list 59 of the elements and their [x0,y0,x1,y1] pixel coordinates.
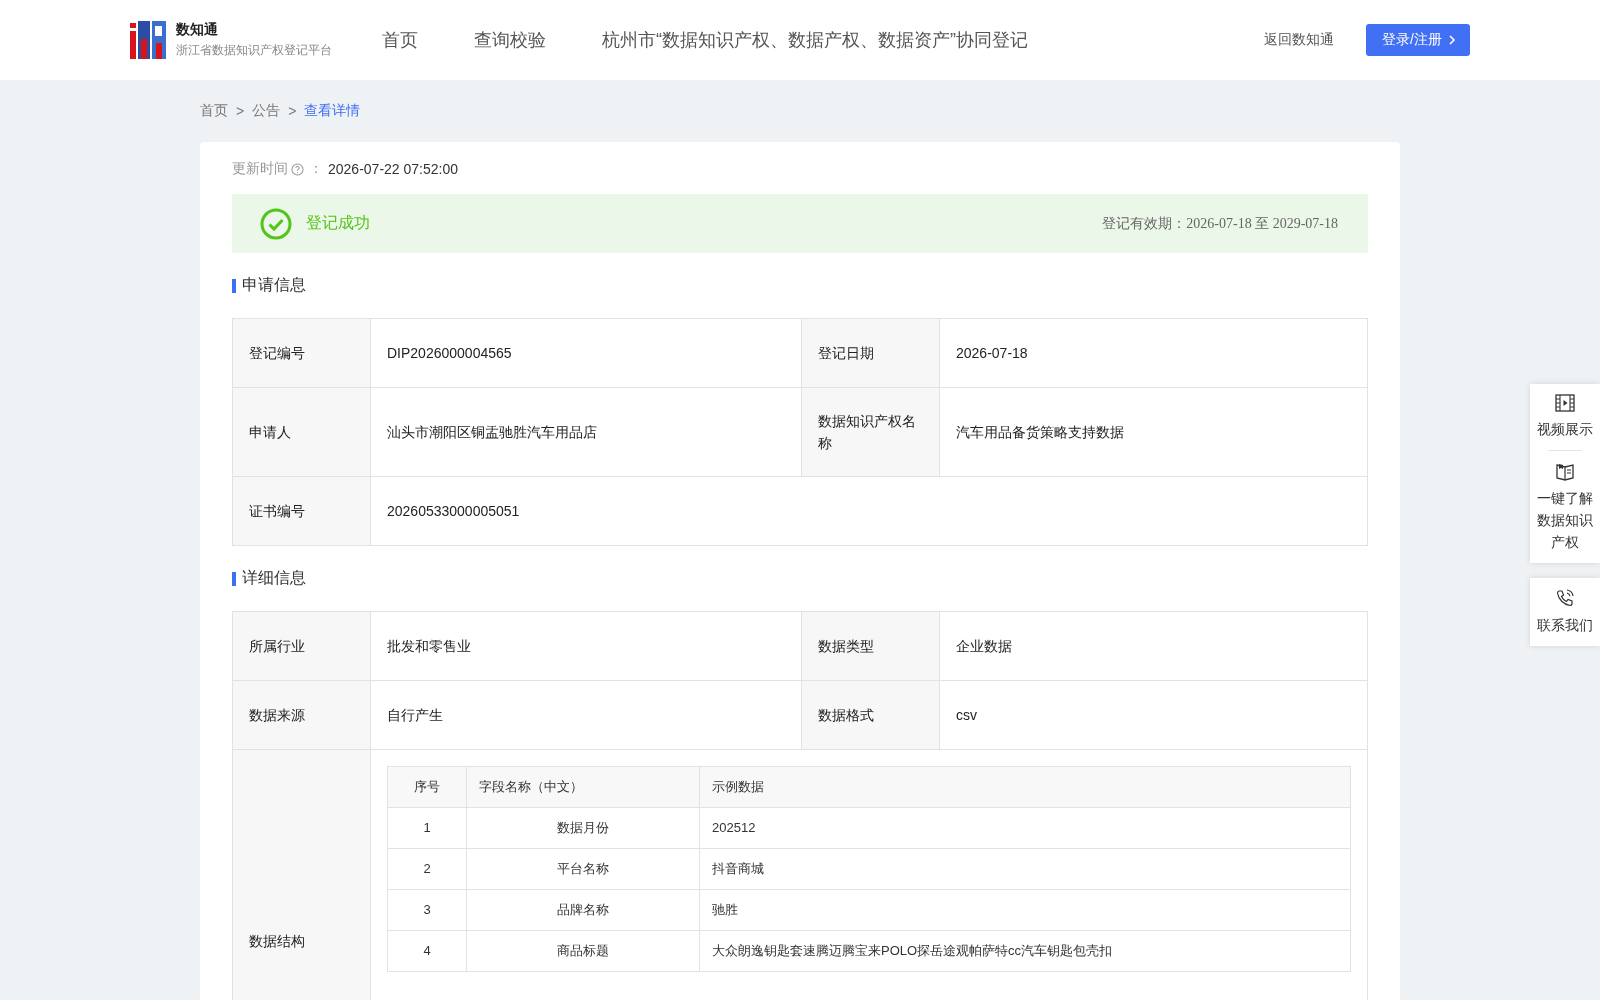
field-label: 登记日期 [802,319,940,388]
field-label: 数据来源 [233,681,371,750]
table-cell: 1 [387,807,467,849]
nav-link[interactable]: 杭州市“数据知识产权、数据产权、数据资产”协同登记 [602,28,1028,52]
help-icon[interactable] [291,162,304,176]
field-value: 2026-07-18 [940,319,1368,388]
field-value: 企业数据 [940,612,1368,681]
table-cell: 抖音商城 [699,848,1351,890]
field-label: 申请人 [233,388,371,477]
logo-subtitle: 浙江省数据知识产权登记平台 [176,42,332,59]
login-button[interactable]: 登录/注册 [1366,24,1470,56]
nav-link[interactable]: 查询校验 [474,28,546,52]
side-panel-link[interactable]: 联系我们 [1536,614,1594,636]
table-cell: 3 [387,889,467,931]
side-panel-link[interactable]: 一键了解数据知识产权 [1536,487,1594,553]
table-cell: 2 [387,848,467,890]
chevron-right-icon [1448,34,1456,46]
field-value: 汽车用品备货策略支持数据 [940,388,1368,477]
breadcrumb-link[interactable]: 查看详情 [304,102,361,120]
table-cell: 202512 [699,807,1351,849]
update-time: 2026-07-22 07:52:00 [328,161,458,177]
status-text: 登记成功 [306,213,371,233]
breadcrumb-link[interactable]: 首页 [200,102,228,120]
field-label: 数据类型 [802,612,940,681]
breadcrumb-separator: > [236,103,245,119]
field-label: 所属行业 [233,612,371,681]
field-label: 数据知识产权名称 [802,388,940,477]
side-panel-link[interactable]: 视频展示 [1536,418,1594,440]
phone-icon[interactable] [1555,588,1575,608]
film-icon[interactable] [1555,394,1575,412]
table-cell: 品牌名称 [466,889,700,931]
field-label: 数据格式 [802,681,940,750]
field-label: 数据结构 [233,750,371,1000]
nav-link[interactable]: 首页 [382,28,418,52]
table-cell: 数据月份 [466,807,700,849]
section-title: 申请信息 [242,275,306,295]
column-header: 序号 [387,766,467,808]
back-link[interactable]: 返回数知通 [1264,31,1335,49]
column-header: 字段名称（中文） [466,766,700,808]
logo-icon [130,21,166,59]
field-label: 证书编号 [233,477,371,546]
check-circle-icon [260,207,292,240]
table-cell: 4 [387,930,467,972]
table-cell: 驰胜 [699,889,1351,931]
table-cell: 平台名称 [466,848,700,890]
update-colon: ： [309,160,323,178]
table-cell: 大众朗逸钥匙套速腾迈腾宝来POLO探岳途观帕萨特cc汽车钥匙包壳扣 [699,930,1351,972]
update-label: 更新时间 [232,160,288,178]
breadcrumb-link[interactable]: 公告 [252,102,281,120]
table-cell: 商品标题 [466,930,700,972]
column-header: 示例数据 [699,766,1351,808]
breadcrumb-separator: > [288,103,297,119]
field-label: 登记编号 [233,319,371,388]
field-value: 20260533000005051 [371,477,1368,546]
book-icon[interactable] [1555,461,1575,481]
logo-title: 数知通 [176,21,219,39]
field-value: csv [940,681,1368,750]
validity-period: 登记有效期：2026-07-18 至 2029-07-18 [1102,214,1338,233]
section-title: 详细信息 [242,568,306,588]
